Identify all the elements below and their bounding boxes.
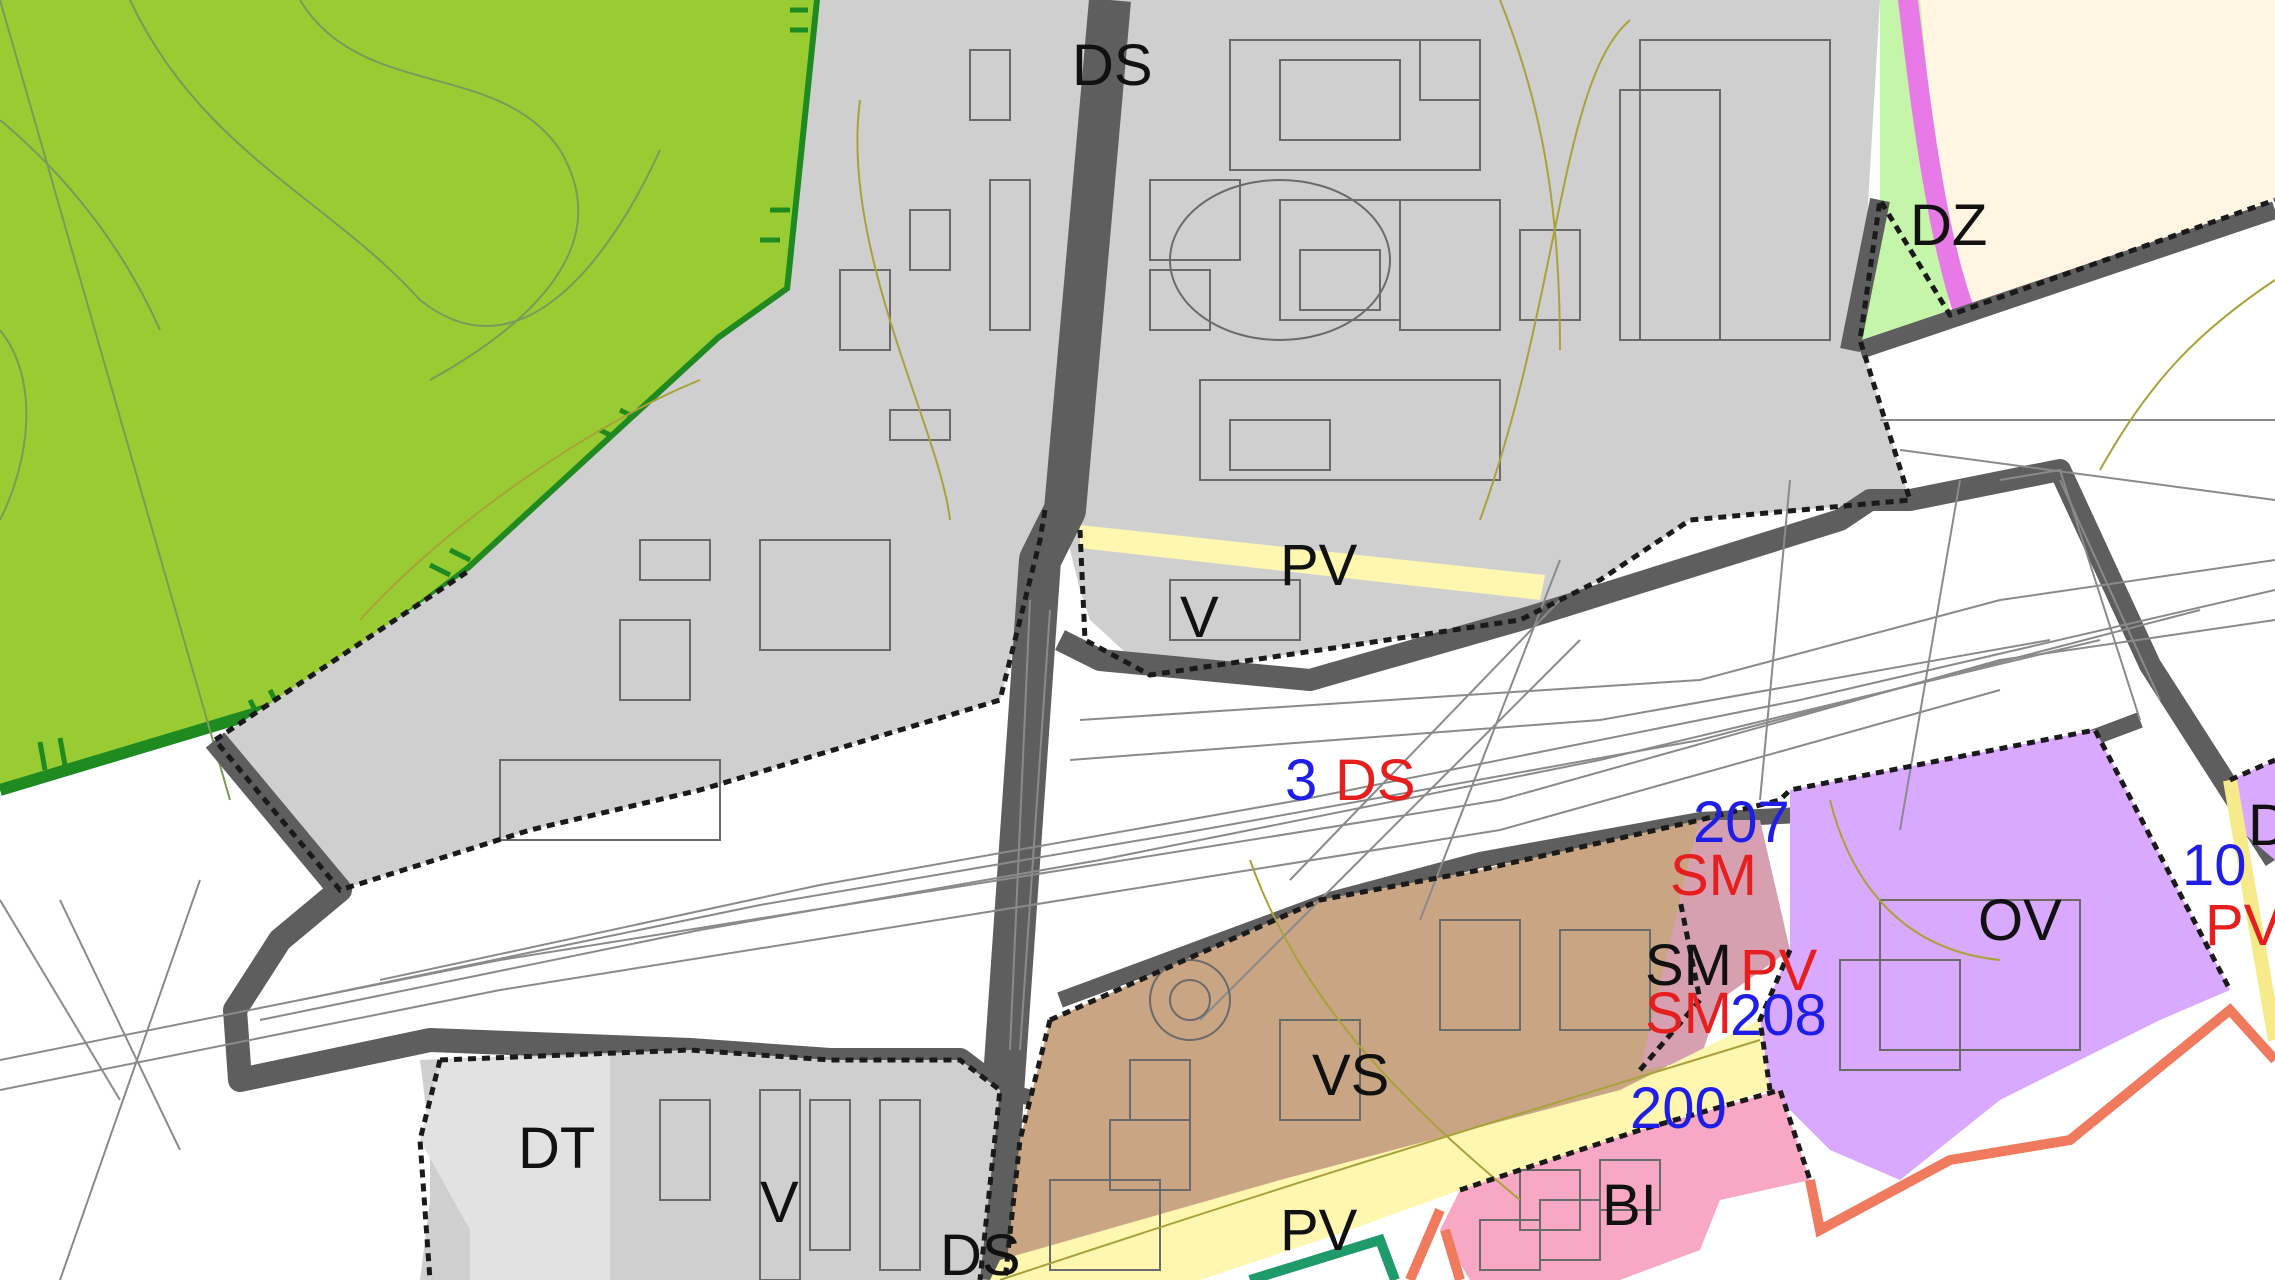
label-ds-red: DS	[1335, 748, 1416, 813]
label-d-right-edge: D	[2248, 793, 2275, 858]
label-sm-red-2: SM	[1645, 981, 1732, 1046]
label-ds-top: DS	[1072, 33, 1153, 98]
zone-id-200: 200	[1630, 1076, 1727, 1141]
label-ds-bottom: DS	[940, 1223, 1021, 1280]
zone-id-10: 10	[2182, 833, 2247, 898]
zone-id-207: 207	[1693, 790, 1790, 855]
label-dz: DZ	[1910, 193, 1987, 258]
label-pv-top: PV	[1280, 533, 1358, 598]
zone-id-208: 208	[1730, 983, 1827, 1048]
label-pv-red-right: PV	[2205, 893, 2275, 958]
label-dt: DT	[518, 1116, 595, 1181]
label-v-top: V	[1180, 585, 1219, 650]
label-vs: VS	[1312, 1043, 1389, 1108]
zone-id-3: 3	[1285, 748, 1317, 813]
label-bi: BI	[1602, 1173, 1657, 1238]
label-v-bottom: V	[760, 1170, 799, 1235]
label-pv-bottom: PV	[1280, 1198, 1358, 1263]
zoning-map: DS DZ PV V DT V DS PV VS BI OV SM DS SM …	[0, 0, 2275, 1280]
label-ov: OV	[1978, 888, 2062, 953]
